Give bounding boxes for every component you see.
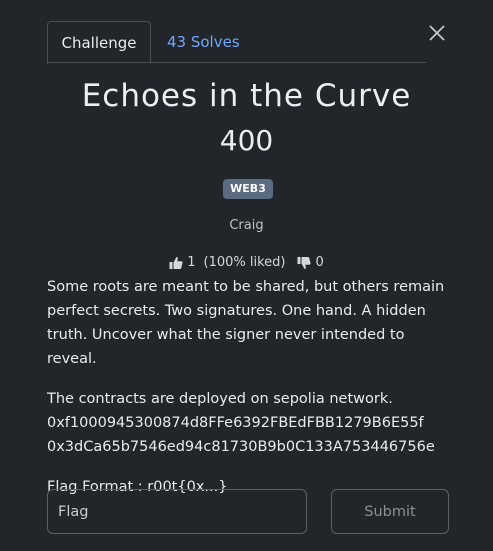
contracts-paragraph: The contracts are deployed on sepolia ne… [47,387,457,459]
thumbs-down-icon[interactable] [297,256,312,270]
challenge-modal: Challenge 43 Solves Echoes in the Curve … [0,0,493,551]
flag-input[interactable] [47,489,307,534]
liked-percent: (100% liked) [203,255,286,270]
close-icon[interactable] [425,21,449,45]
description-paragraph: Some roots are meant to be shared, but o… [47,279,445,367]
submit-button[interactable]: Submit [331,489,449,534]
contract-address: 0x3dCa65b7546ed94c81730B9b0C133A75344675… [47,439,435,455]
contract-address: 0xf1000945300874d8FFe6392FBEdFBB1279B6E5… [47,415,424,431]
tab-challenge[interactable]: Challenge [47,21,151,64]
network-note: The contracts are deployed on sepolia ne… [47,391,393,407]
challenge-description: Some roots are meant to be shared, but o… [47,275,457,515]
challenge-author: Craig [229,218,264,233]
challenge-points: 400 [219,124,274,157]
category-badge: WEB3 [223,179,273,199]
tab-bar: Challenge 43 Solves [47,21,426,64]
tab-solves[interactable]: 43 Solves [167,21,240,63]
likes-count: 1 [187,255,196,270]
dislikes-count: 0 [315,255,324,270]
rating-bar: 1 (100% liked) 0 [0,255,493,270]
challenge-title: Echoes in the Curve [81,78,412,114]
thumbs-up-icon[interactable] [169,256,183,270]
